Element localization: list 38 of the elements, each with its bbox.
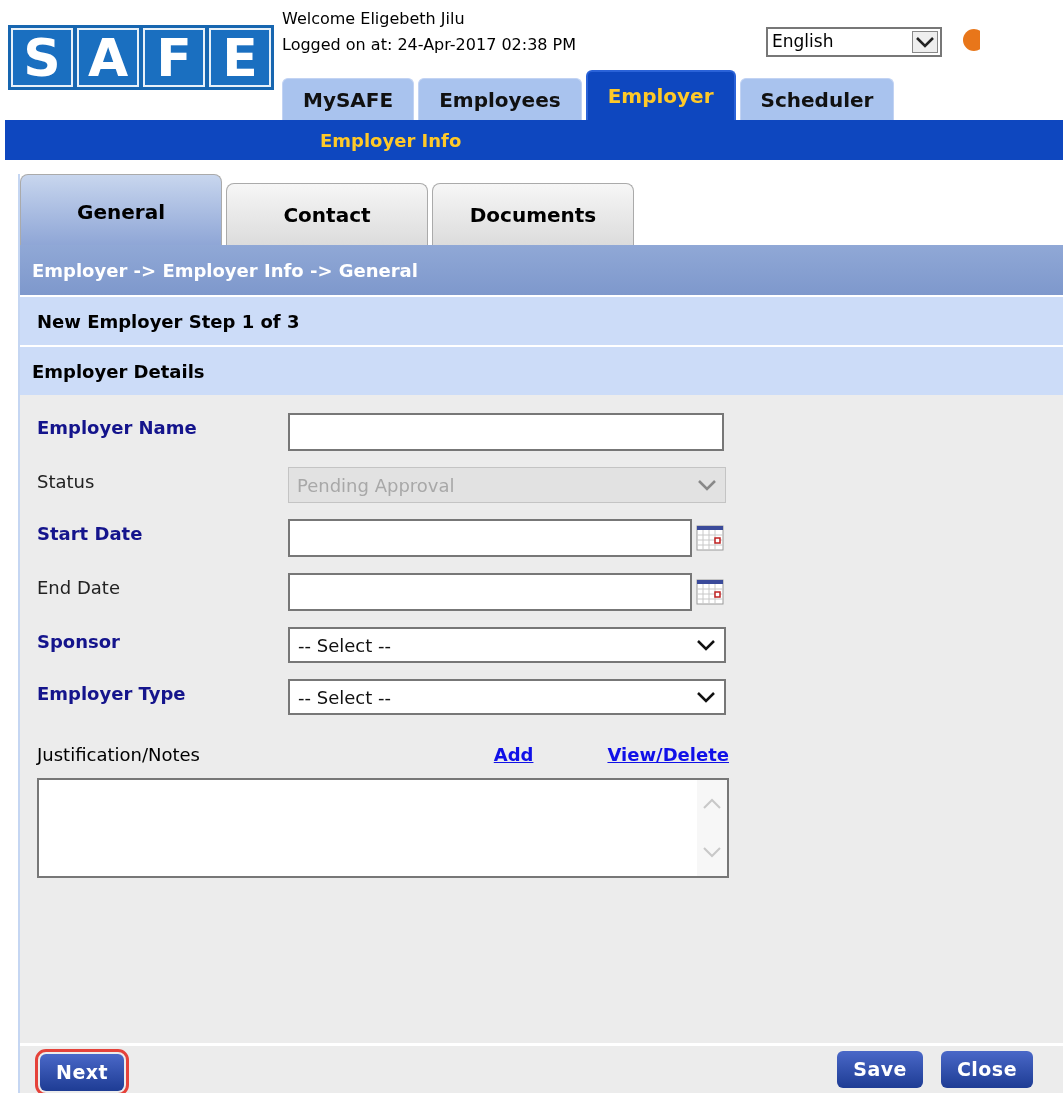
chevron-down-icon (696, 691, 716, 703)
field-label: Employer Type (37, 682, 187, 706)
chevron-down-icon (696, 639, 716, 651)
notes-textarea[interactable] (37, 778, 729, 878)
main-tab[interactable]: Employer (585, 70, 736, 120)
select-field[interactable]: -- Select -- (288, 679, 726, 715)
section-tab[interactable]: Contact (226, 183, 428, 245)
main-tab[interactable]: MySAFE (282, 78, 415, 120)
notes-link[interactable]: Add (493, 741, 534, 768)
field-label: Status (37, 470, 96, 494)
logo: S A F E (8, 25, 274, 90)
field-label: Sponsor (37, 630, 121, 654)
notes-label: Justification/Notes (37, 743, 201, 767)
calendar-icon[interactable] (696, 524, 724, 552)
sub-nav-link[interactable]: Employer Info (320, 126, 462, 154)
field-label: Start Date (37, 522, 144, 546)
main-tab[interactable]: Scheduler (739, 78, 895, 120)
section-title: Employer Details (32, 359, 205, 384)
step-title: New Employer Step 1 of 3 (37, 309, 300, 334)
chevron-down-icon (697, 479, 717, 491)
logged-on-text: Logged on at: 24-Apr-2017 02:38 PM (282, 34, 577, 56)
date-field[interactable] (288, 573, 692, 611)
select-field[interactable]: -- Select -- (288, 627, 726, 663)
welcome-text: Welcome Eligebeth Jilu (282, 8, 466, 30)
field-label: End Date (37, 576, 121, 600)
notes-link[interactable]: View/Delete (607, 741, 729, 768)
chevron-down-icon (915, 36, 936, 48)
section-tab[interactable]: General (20, 174, 222, 245)
main-tab[interactable]: Employees (418, 78, 582, 120)
section-tab[interactable]: Documents (432, 183, 634, 245)
breadcrumb: Employer -> Employer Info -> General (32, 258, 418, 283)
date-field[interactable] (288, 519, 692, 557)
language-select[interactable]: English (766, 27, 943, 57)
text-field[interactable] (288, 413, 724, 451)
action-button[interactable]: Close (940, 1051, 1033, 1088)
field-label: Employer Name (37, 416, 198, 440)
calendar-icon[interactable] (696, 578, 724, 606)
action-button[interactable]: Save (837, 1051, 923, 1088)
